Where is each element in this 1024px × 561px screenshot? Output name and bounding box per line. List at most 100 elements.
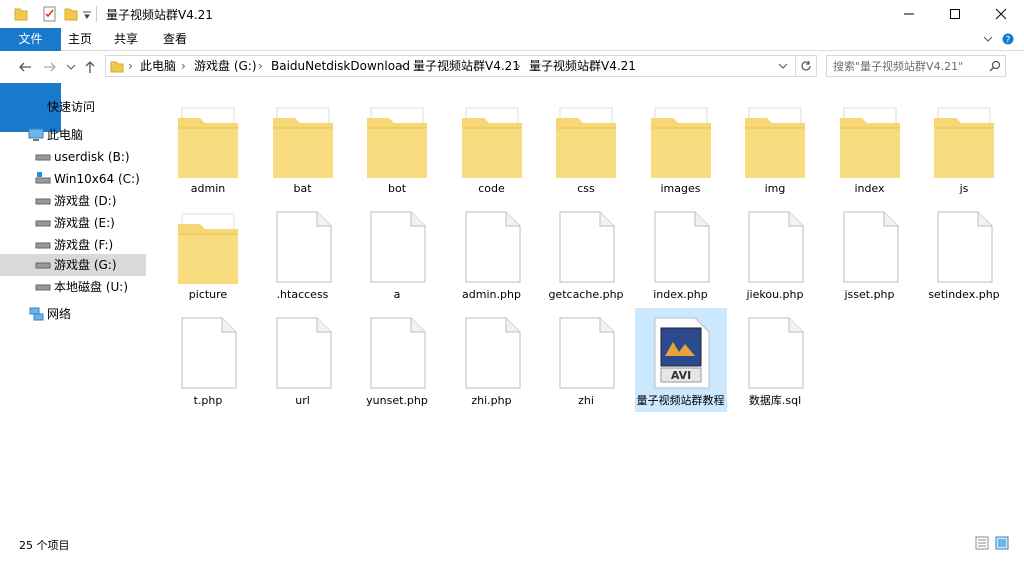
help-icon[interactable]: ? bbox=[1002, 33, 1014, 45]
tab-view[interactable]: 查看 bbox=[155, 28, 195, 50]
document-icon bbox=[556, 316, 616, 390]
nav-item-this-pc[interactable]: 此电脑 bbox=[0, 124, 146, 146]
breadcrumb-folder-1[interactable]: 量子视频站群V4.21 bbox=[413, 56, 520, 76]
new-folder-icon[interactable] bbox=[64, 6, 78, 22]
file-item[interactable]: url bbox=[257, 308, 349, 412]
folder-icon bbox=[745, 104, 805, 178]
nav-item-drive-u[interactable]: 本地磁盘 (U:) bbox=[0, 276, 146, 298]
details-view-icon[interactable] bbox=[975, 536, 989, 550]
svg-text:?: ? bbox=[1006, 36, 1011, 46]
document-icon bbox=[178, 316, 238, 390]
document-icon bbox=[273, 316, 333, 390]
ribbon-tabs: 文件 主页 共享 查看 ? bbox=[0, 28, 1024, 132]
star-icon bbox=[29, 100, 43, 113]
forward-arrow-icon[interactable] bbox=[43, 61, 57, 73]
file-name: code bbox=[478, 182, 505, 195]
maximize-icon bbox=[950, 9, 960, 19]
file-item[interactable]: t.php bbox=[162, 308, 254, 412]
document-icon bbox=[367, 210, 427, 284]
file-item[interactable]: 数据库.sql bbox=[729, 308, 821, 412]
file-item[interactable]: jiekou.php bbox=[729, 202, 821, 306]
file-name: getcache.php bbox=[548, 288, 624, 301]
folder-icon bbox=[461, 104, 522, 178]
file-name: img bbox=[764, 182, 786, 195]
refresh-icon[interactable] bbox=[800, 60, 812, 72]
document-icon bbox=[462, 210, 522, 284]
address-dropdown-icon[interactable] bbox=[778, 62, 788, 70]
window-title: 量子视频站群V4.21 bbox=[106, 8, 213, 22]
breadcrumb-drive-g[interactable]: 游戏盘 (G:) bbox=[194, 56, 257, 76]
document-icon bbox=[934, 210, 994, 284]
file-name: zhi.php bbox=[471, 394, 512, 407]
customize-toolbar-icon[interactable] bbox=[82, 6, 92, 22]
folder-item[interactable]: img bbox=[729, 96, 821, 200]
folder-item[interactable]: css bbox=[540, 96, 632, 200]
file-item[interactable]: getcache.php bbox=[540, 202, 632, 306]
up-arrow-icon[interactable] bbox=[84, 60, 96, 74]
breadcrumb-baidu-download[interactable]: BaiduNetdiskDownload bbox=[271, 56, 410, 76]
nav-item-drive-c[interactable]: Win10x64 (C:) bbox=[0, 168, 146, 190]
minimize-button[interactable] bbox=[886, 0, 932, 28]
nav-item-quick-access[interactable]: 快速访问 bbox=[0, 96, 146, 118]
nav-item-drive-f[interactable]: 游戏盘 (F:) bbox=[0, 234, 146, 256]
address-separator: › bbox=[399, 59, 404, 73]
folder-item[interactable]: js bbox=[918, 96, 1010, 200]
file-item[interactable]: admin.php bbox=[446, 202, 538, 306]
file-item[interactable]: zhi bbox=[540, 308, 632, 412]
file-name: 量子视频站群教程 bbox=[636, 394, 725, 407]
folder-icon bbox=[178, 104, 238, 178]
close-button[interactable] bbox=[978, 0, 1024, 28]
address-bar[interactable]: › 此电脑 › 游戏盘 (G:) › BaiduNetdiskDownload … bbox=[105, 55, 817, 77]
file-name: picture bbox=[188, 288, 228, 301]
network-icon bbox=[29, 307, 44, 321]
file-item[interactable]: .htaccess bbox=[257, 202, 349, 306]
nav-item-label: 游戏盘 (E:) bbox=[54, 216, 115, 230]
maximize-button[interactable] bbox=[932, 0, 978, 28]
search-box[interactable] bbox=[826, 55, 1006, 77]
nav-item-label: 网络 bbox=[47, 307, 72, 321]
file-item[interactable]: AVI 量子视频站群教程 bbox=[634, 308, 727, 412]
file-name: zhi bbox=[578, 394, 594, 407]
breadcrumb-this-pc[interactable]: 此电脑 bbox=[140, 56, 176, 76]
folder-item[interactable]: index bbox=[824, 96, 916, 200]
file-item[interactable]: zhi.php bbox=[446, 308, 538, 412]
file-name: index bbox=[854, 182, 885, 195]
recent-locations-icon[interactable] bbox=[66, 63, 76, 71]
video-file-icon: AVI bbox=[651, 316, 711, 390]
breadcrumb-folder-2[interactable]: 量子视频站群V4.21 bbox=[529, 56, 636, 76]
close-icon bbox=[995, 8, 1007, 20]
nav-item-label: Win10x64 (C:) bbox=[54, 172, 140, 186]
folder-item[interactable]: picture bbox=[162, 202, 254, 306]
nav-item-drive-b[interactable]: userdisk (B:) bbox=[0, 146, 146, 168]
nav-item-label: 游戏盘 (F:) bbox=[54, 238, 114, 252]
folder-item[interactable]: images bbox=[635, 96, 727, 200]
folder-item[interactable]: code bbox=[446, 96, 538, 200]
tab-share[interactable]: 共享 bbox=[107, 28, 145, 50]
file-item[interactable]: a bbox=[351, 202, 443, 306]
computer-icon bbox=[28, 128, 44, 141]
file-item[interactable]: index.php bbox=[635, 202, 727, 306]
nav-item-drive-e[interactable]: 游戏盘 (E:) bbox=[0, 212, 146, 234]
large-icons-view-icon[interactable] bbox=[995, 536, 1009, 550]
document-icon bbox=[462, 316, 522, 390]
file-item[interactable]: jsset.php bbox=[824, 202, 916, 306]
folder-item[interactable]: bat bbox=[257, 96, 349, 200]
folder-item[interactable]: admin bbox=[162, 96, 254, 200]
search-input[interactable] bbox=[833, 58, 983, 74]
tab-home[interactable]: 主页 bbox=[61, 28, 99, 50]
file-item[interactable]: setindex.php bbox=[918, 202, 1010, 306]
file-item[interactable]: yunset.php bbox=[351, 308, 443, 412]
folder-item[interactable]: bot bbox=[351, 96, 443, 200]
chevron-down-icon[interactable] bbox=[983, 34, 993, 44]
nav-item-network[interactable]: 网络 bbox=[0, 303, 146, 325]
nav-item-label: 游戏盘 (G:) bbox=[54, 258, 117, 272]
folder-icon bbox=[110, 61, 124, 73]
file-name: css bbox=[577, 182, 595, 195]
properties-icon[interactable] bbox=[42, 6, 58, 22]
back-arrow-icon[interactable] bbox=[18, 61, 32, 73]
file-name: admin.php bbox=[462, 288, 521, 301]
nav-item-drive-d[interactable]: 游戏盘 (D:) bbox=[0, 190, 146, 212]
search-icon[interactable] bbox=[989, 60, 1001, 72]
nav-item-drive-g[interactable]: 游戏盘 (G:) bbox=[0, 254, 146, 276]
file-name: url bbox=[295, 394, 310, 407]
